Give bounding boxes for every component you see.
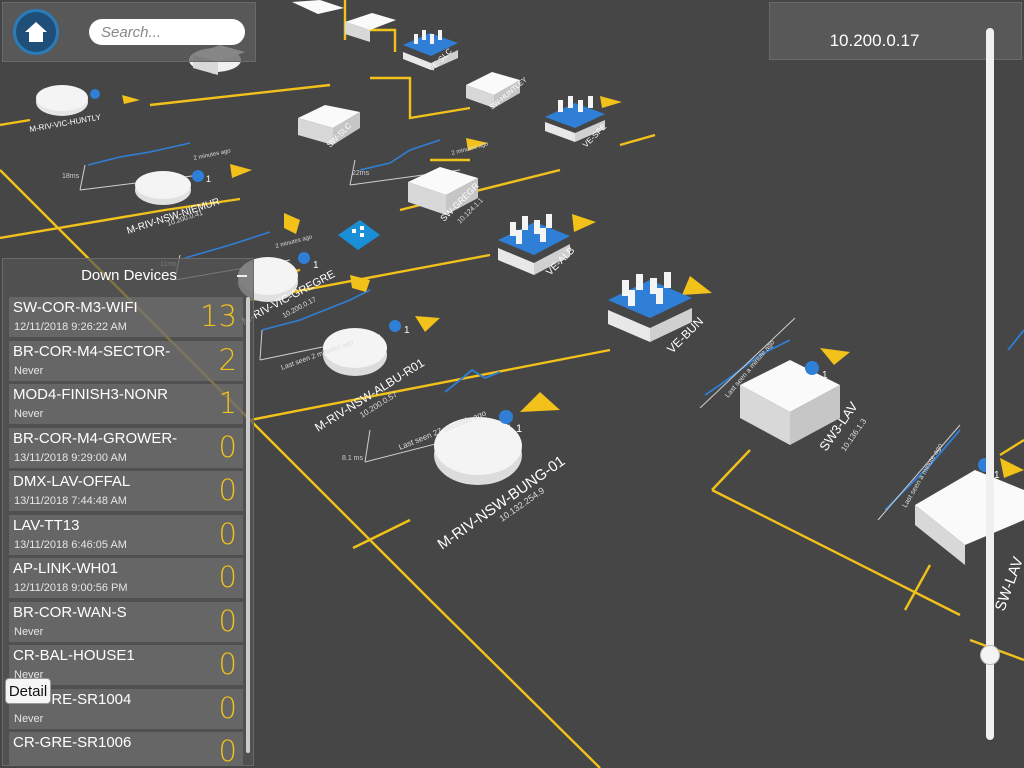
axis-label: 18ms [62, 173, 80, 180]
down-device-count: 0 [218, 603, 237, 638]
router-niemur [135, 171, 191, 205]
down-device-row[interactable]: SW-COR-M3-WIFI 12/11/2018 9:26:22 AM 13 [9, 297, 243, 337]
down-device-name: DMX-LAV-OFFAL [13, 473, 131, 490]
down-device-count: 1 [218, 386, 237, 420]
down-device-row[interactable]: BR-COR-M4-GROWER- 13/11/2018 9:29:00 AM 0 [9, 427, 243, 468]
down-device-name: MOD4-FINISH3-NONR [13, 386, 169, 403]
search-input[interactable] [89, 19, 245, 45]
svg-text:1: 1 [313, 260, 319, 271]
down-device-row[interactable]: LAV-TT13 13/11/2018 6:46:05 AM 0 [9, 514, 243, 555]
down-device-count: 0 [218, 734, 237, 766]
svg-text:1: 1 [822, 370, 828, 381]
detail-button[interactable]: Detail [5, 678, 51, 704]
down-device-row[interactable]: BR-COR-WAN-S Never 0 [9, 601, 243, 642]
svg-text:1: 1 [404, 325, 410, 336]
down-device-count: 0 [218, 516, 237, 551]
down-devices-scrollbar[interactable] [246, 297, 250, 753]
down-device-name: LAV-TT13 [13, 516, 80, 534]
selected-ip: 10.200.0.17 [829, 31, 920, 50]
down-device-name: CR-GRE-SR1006 [13, 734, 132, 751]
down-device-row[interactable]: AP-LINK-WH01 12/11/2018 9:00:56 PM 0 [9, 558, 243, 598]
svg-text:1: 1 [516, 423, 522, 435]
blue-module-icon [338, 220, 380, 250]
device-label: SW-LAV [992, 555, 1024, 614]
svg-text:1: 1 [206, 174, 211, 184]
home-icon [25, 22, 47, 42]
zoom-slider-track[interactable] [986, 28, 994, 740]
top-toolbar [2, 2, 256, 62]
home-button[interactable] [13, 9, 59, 55]
down-device-count: 0 [218, 560, 237, 594]
svg-text:1: 1 [994, 470, 1000, 481]
down-device-last-seen: 13/11/2018 6:46:05 AM [14, 538, 127, 551]
down-device-name: BR-COR-WAN-S [13, 603, 127, 621]
switch-sw-lav [915, 470, 1024, 565]
zoom-slider-thumb[interactable] [980, 644, 1000, 665]
down-device-row[interactable]: CR-GRE-SR1006 0 [9, 732, 243, 766]
down-device-count: 13 [200, 299, 237, 333]
router-huntly [36, 85, 88, 116]
down-device-count: 2 [218, 342, 237, 377]
down-device-last-seen: 13/11/2018 7:44:48 AM [14, 495, 127, 507]
down-device-row[interactable]: DMX-LAV-OFFAL 13/11/2018 7:44:48 AM 0 [9, 471, 243, 511]
down-device-last-seen: 13/11/2018 9:29:00 AM [14, 451, 127, 464]
last-seen: 2 minutes ago [193, 148, 232, 162]
down-device-last-seen: Never [14, 408, 44, 420]
down-device-row[interactable]: BR-COR-M4-SECTOR- Never 2 [9, 340, 243, 381]
down-device-name: CR-BAL-HOUSE1 [13, 647, 135, 664]
last-seen: 2 minutes ago [275, 234, 314, 250]
down-device-count: 0 [218, 647, 237, 681]
down-device-last-seen: Never [14, 712, 44, 725]
down-device-last-seen: 12/11/2018 9:00:56 PM [14, 582, 128, 594]
down-device-row[interactable]: MOD4-FINISH3-NONR Never 1 [9, 384, 243, 424]
down-device-name: BR-COR-M4-GROWER- [13, 429, 178, 447]
down-device-count: 0 [218, 690, 237, 725]
down-device-last-seen: 12/11/2018 9:26:22 AM [14, 321, 127, 333]
axis-label: 8.1 ms [342, 455, 364, 462]
down-device-name: BR-COR-M4-SECTOR- [13, 342, 171, 360]
down-device-count: 0 [218, 429, 237, 464]
down-devices-title: Down Devices [81, 267, 177, 284]
down-device-last-seen: Never [14, 625, 44, 638]
selected-ip-panel: 10.200.0.17 [769, 2, 1022, 60]
axis-label: 22ms [352, 170, 370, 177]
down-device-name: SW-COR-M3-WIFI [13, 299, 138, 316]
down-device-name: AP-LINK-WH01 [13, 560, 119, 577]
down-device-count: 0 [218, 473, 237, 507]
down-device-last-seen: Never [14, 364, 44, 377]
collapse-icon[interactable] [237, 275, 247, 277]
